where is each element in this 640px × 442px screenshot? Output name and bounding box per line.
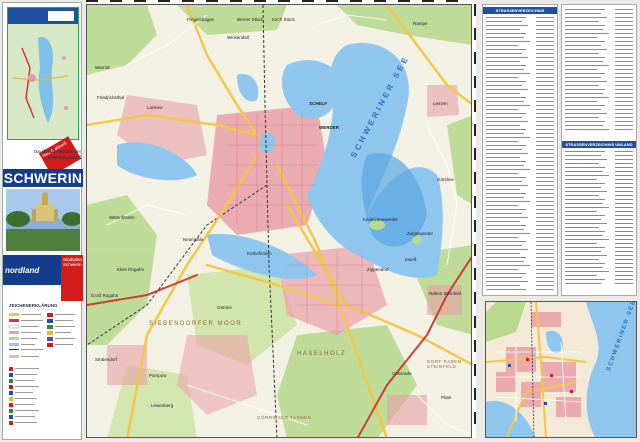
area-label: DORF RABEN STEINFELD: [427, 359, 462, 369]
cover-panel: Neu & aktuell Die Übersichtskarte der La…: [2, 2, 83, 440]
place-label: Pingelshagen: [187, 17, 215, 22]
place-label: Warnitz: [95, 65, 111, 70]
map-sheet: Neu & aktuell Die Übersichtskarte der La…: [0, 0, 640, 442]
place-label: SCHELF: [309, 101, 327, 106]
cover-description: Die Übersichtskarte der Landeshauptstadt: [33, 149, 81, 160]
place-label: WERDER: [319, 125, 339, 130]
street-index-entries: [565, 151, 633, 284]
brand-logo: nordland: [5, 266, 40, 275]
place-label: Pampow: [149, 373, 167, 378]
cover-title: SCHWERIN: [3, 169, 83, 187]
place-label: Raben Steinfeld: [429, 291, 462, 296]
ziegelwerder-island: [412, 236, 422, 244]
legend-title: ZEICHENERKLÄRUNG: [9, 303, 58, 308]
place-label: Groß Rogahn: [91, 293, 119, 298]
street-index-column: STRASSENVERZEICHNIS: [482, 4, 558, 296]
place-label: Klein Rogahn: [117, 267, 145, 272]
place-label: Kaninchenwerder: [363, 217, 399, 222]
street-index-heading: STRASSENVERZEICHNIS: [483, 7, 557, 14]
place-label: Görries: [217, 305, 232, 310]
place-label: Wittenförden: [109, 215, 135, 220]
place-label: Kirch Stück: [272, 17, 295, 22]
street-index-heading: STRASSENVERZEICHNIS UMLAND: [562, 141, 636, 148]
place-label: Wickendorf: [227, 35, 250, 40]
legend: [7, 311, 79, 437]
place-label: Neumühle: [183, 237, 204, 242]
castle-photo: [6, 189, 80, 251]
city-centre-inset-map[interactable]: SCHWERINER SEE: [485, 301, 637, 438]
place-label: Leezen: [433, 101, 448, 106]
map-frame-ruler-right: [472, 4, 476, 438]
place-label: Mueß: [405, 257, 417, 262]
area-label: SIEBENDORFER MOOR: [149, 321, 243, 327]
city-map[interactable]: Pingelshagen Berner Stück Kirch Stück Ra…: [86, 4, 472, 438]
place-label: Friedrichsthal: [97, 95, 125, 100]
map-canvas: [87, 5, 471, 437]
cover-overview-map: [7, 7, 79, 140]
inset-canvas: [486, 302, 636, 437]
place-label: Plate: [441, 395, 452, 400]
place-label: Krebsförden: [247, 251, 272, 256]
street-index-column: STRASSENVERZEICHNIS UMLAND: [561, 4, 637, 296]
place-label: Ziegelwerder: [407, 231, 434, 236]
place-label: Berner Stück: [237, 17, 264, 22]
cover-side-label: Stadtplan Schwerin: [61, 255, 83, 301]
place-label: Zippendorf: [367, 267, 389, 272]
place-label: Lankow: [147, 105, 163, 110]
area-label: GÖRRIESER TANNEN: [257, 415, 312, 420]
place-label: Rampe: [413, 21, 428, 26]
street-index-entries: [486, 17, 554, 290]
street-index-entries: [565, 9, 633, 130]
area-label: HASELHOLZ: [297, 351, 347, 357]
place-label: Stralendorf: [95, 357, 118, 362]
place-label: Görslow: [437, 177, 454, 182]
place-label: Consrade: [392, 371, 412, 376]
place-label: Lewenberg: [151, 403, 174, 408]
